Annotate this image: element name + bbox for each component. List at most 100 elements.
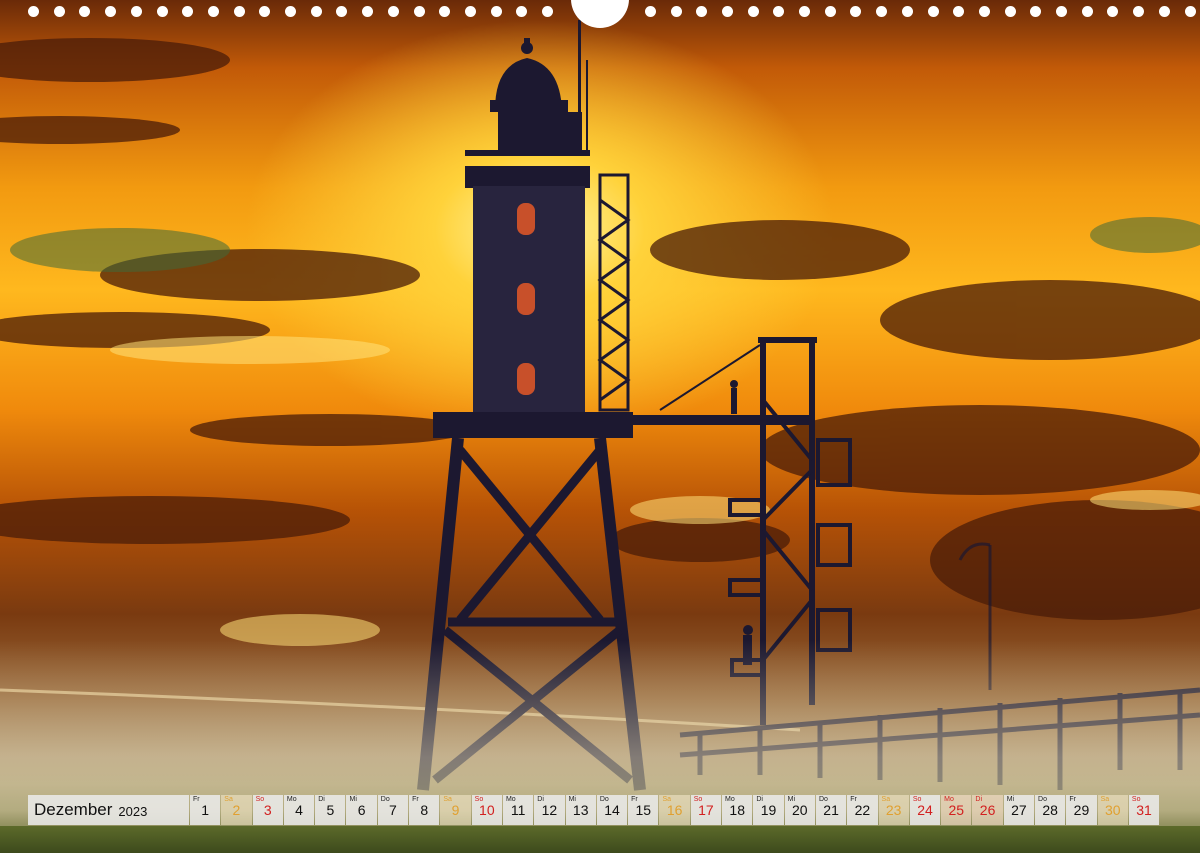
binding-hole [876, 6, 888, 17]
month-label: Dezember 2023 [28, 795, 189, 825]
day-number: 18 [729, 802, 745, 818]
calendar-day: Fr 29 [1066, 795, 1097, 825]
calendar-day: So 10 [471, 795, 502, 825]
calendar-day: Do 28 [1035, 795, 1066, 825]
binding-hole [824, 6, 836, 17]
calendar-day: So 24 [909, 795, 941, 825]
binding-hole [978, 6, 990, 17]
binding-hole [696, 6, 708, 17]
calendar-day: Di 26 [972, 795, 1003, 825]
calendar-day: Do 7 [377, 795, 409, 825]
day-number: 24 [917, 802, 933, 818]
binding-hole [1107, 6, 1119, 17]
calendar-day: Di 19 [753, 795, 784, 825]
binding-hole [670, 6, 682, 17]
binding-hole [156, 6, 168, 17]
calendar-day: Fr 22 [847, 795, 878, 825]
binding-hole [927, 6, 939, 17]
binding-hole [644, 6, 656, 17]
day-number: 7 [389, 802, 397, 818]
binding-hole [53, 6, 65, 17]
binding-hole [490, 6, 502, 17]
day-number: 15 [635, 802, 652, 818]
day-number: 28 [1042, 802, 1058, 818]
calendar-day: Fr 8 [409, 795, 440, 825]
day-number: 8 [420, 802, 429, 818]
binding-hole [387, 6, 399, 17]
binding-hole [207, 6, 219, 17]
calendar-day: Do 21 [815, 795, 847, 825]
binding-hole [79, 6, 91, 17]
day-number: 2 [232, 802, 241, 818]
binding-hole [721, 6, 733, 17]
binding-hole [362, 6, 374, 17]
day-number: 9 [451, 802, 460, 818]
binding-hole [1056, 6, 1067, 17]
calendar-day: Mo 4 [283, 795, 315, 825]
day-number: 17 [698, 802, 714, 818]
binding-hole [1004, 6, 1016, 17]
day-number: 19 [760, 802, 777, 818]
calendar-day: Di 12 [534, 795, 565, 825]
binding-hole [516, 6, 528, 17]
calendar-day: Fr 15 [628, 795, 659, 825]
binding-hole [542, 6, 553, 17]
day-number: 16 [666, 802, 683, 818]
calendar-day: Di 5 [315, 795, 346, 825]
calendar-day: Mo 18 [722, 795, 753, 825]
binding-hole [953, 6, 965, 17]
binding-hole [182, 6, 194, 17]
binding-hole [336, 6, 348, 17]
binding-hole [850, 6, 862, 17]
month-name: Dezember [34, 800, 113, 819]
day-number: 11 [510, 802, 526, 818]
binding-hole [310, 6, 322, 17]
binding-hole [464, 6, 476, 17]
day-number: 26 [979, 802, 996, 818]
calendar-day: So 31 [1128, 795, 1160, 825]
day-number: 27 [1011, 802, 1027, 818]
calendar-day: Sa 30 [1097, 795, 1128, 825]
calendar-day: Sa 16 [659, 795, 690, 825]
calendar-day: Mi 13 [565, 795, 596, 825]
day-number: 21 [823, 802, 839, 818]
day-number: 20 [792, 802, 808, 818]
calendar-page: Dezember 2023 Fr 1 Sa 2 So 3 Mo 4 Di 5 Mi 6 Do 7 Fr 8 Sa… [0, 0, 1200, 853]
binding-hole [1030, 6, 1042, 17]
day-number: 1 [201, 802, 210, 818]
calendar-day: Mi 6 [346, 795, 377, 825]
day-number: 14 [604, 802, 620, 818]
binding-hole [799, 6, 810, 17]
calendar-day: Sa 2 [221, 795, 252, 825]
calendar-day: Mo 11 [502, 795, 534, 825]
day-number: 13 [572, 802, 589, 818]
binding-hole [901, 6, 913, 17]
binding-hole [1158, 6, 1170, 17]
day-number: 10 [479, 802, 495, 818]
day-number: 30 [1104, 802, 1121, 818]
binding-hole [439, 6, 451, 17]
calendar-day: Sa 9 [440, 795, 471, 825]
day-number: 22 [854, 802, 871, 818]
grass-strip [0, 826, 1200, 853]
calendar-day: So 17 [690, 795, 722, 825]
year: 2023 [118, 803, 148, 819]
calendar-day: Mi 20 [784, 795, 815, 825]
calendar-day: Fr 1 [190, 795, 221, 825]
day-number: 3 [263, 802, 272, 818]
day-number: 23 [885, 802, 902, 818]
calendar-day: So 3 [252, 795, 283, 825]
binding-hole [413, 6, 425, 17]
calendar-strip: Dezember 2023 Fr 1 Sa 2 So 3 Mo 4 Di 5 Mi 6 Do 7 Fr 8 Sa… [28, 795, 1173, 825]
day-number: 29 [1073, 802, 1090, 818]
calendar-day: Sa 23 [878, 795, 909, 825]
binding-hole [285, 6, 296, 17]
calendar-day: Do 14 [596, 795, 628, 825]
day-number: 31 [1136, 802, 1152, 818]
binding-hole [1081, 6, 1093, 17]
day-number: 25 [948, 802, 965, 818]
binding-hole [747, 6, 759, 17]
binding-hole [105, 6, 117, 17]
day-number: 12 [541, 802, 558, 818]
binding-hole [28, 6, 39, 17]
